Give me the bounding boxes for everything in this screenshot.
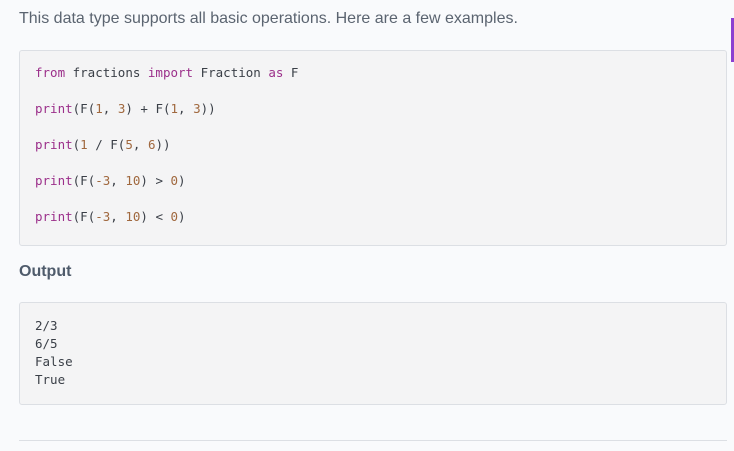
function-print: print [35,209,73,224]
number-literal: -3 [95,209,111,224]
code-token: (F( [72,173,96,188]
code-token: (F( [72,209,96,224]
number-literal: 1 [95,101,103,116]
output-line: True [35,372,66,387]
code-line-divide: print(1 / F(5, 6)) [35,137,171,152]
code-token: ) [178,173,186,188]
keyword-as: as [268,65,284,80]
intro-text: This data type supports all basic operat… [19,10,518,27]
module-name: fractions [65,65,148,80]
code-line-greater: print(F(-3, 10) > 0) [35,173,186,188]
code-token: , [102,101,118,116]
code-token: , [178,101,194,116]
keyword-import: import [147,65,194,80]
number-literal: 1 [170,101,179,116]
code-block: from fractions import Fraction as F prin… [19,50,727,246]
code-token: ) [178,209,186,224]
number-literal: -3 [95,173,111,188]
number-literal: 3 [193,101,201,116]
function-print: print [35,137,73,152]
number-literal: 10 [125,173,141,188]
output-block: 2/3 6/5 False True [19,302,727,405]
number-literal: 1 [80,137,88,152]
code-line-less: print(F(-3, 10) < 0) [35,209,186,224]
class-name: Fraction [193,65,269,80]
code-token: )) [155,137,171,152]
code-token: (F( [72,101,96,116]
number-literal: 0 [170,209,179,224]
code-token: , [132,137,148,152]
output-line: False [35,354,73,369]
alias-name: F [283,65,299,80]
output-line: 2/3 [35,318,58,333]
number-literal: 10 [125,209,141,224]
output-line: 6/5 [35,336,58,351]
function-print: print [35,173,73,188]
number-literal: 0 [170,173,179,188]
code-token: ) < [140,209,171,224]
code-line-sum: print(F(1, 3) + F(1, 3)) [35,101,216,116]
keyword-from: from [35,65,66,80]
code-token: ) + F( [125,101,171,116]
function-print: print [35,101,73,116]
number-literal: 5 [125,137,133,152]
code-line-import: from fractions import Fraction as F [35,65,298,80]
code-token: / F( [87,137,126,152]
code-token: ) > [140,173,171,188]
section-divider [19,440,727,441]
output-heading: Output [19,263,72,280]
code-token: , [110,209,126,224]
code-token: , [110,173,126,188]
code-token: )) [200,101,216,116]
